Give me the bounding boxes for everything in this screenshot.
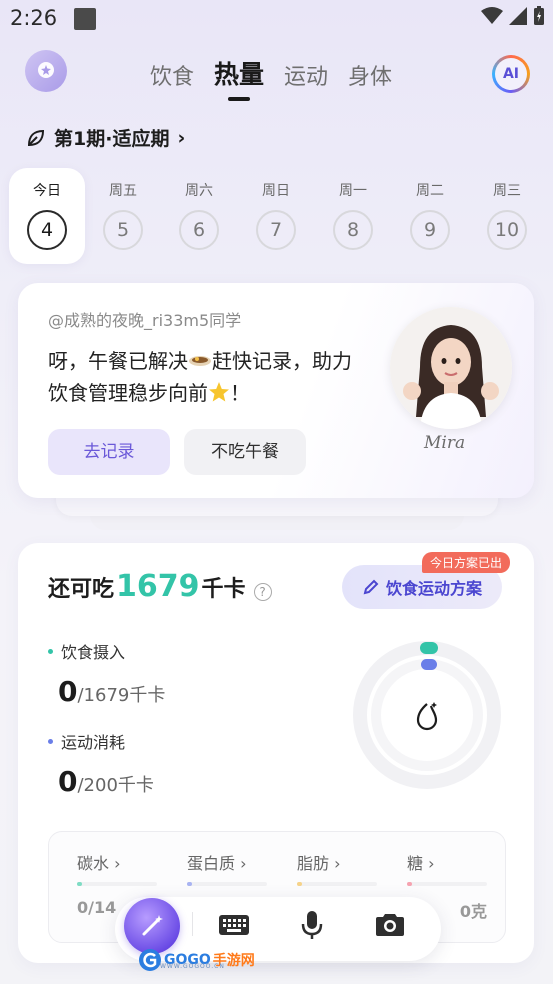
remaining-unit: 千卡 [201, 577, 246, 602]
day-number: 9 [410, 210, 450, 250]
day-number: 10 [487, 210, 527, 250]
flame-icon [416, 702, 438, 731]
meal-bowl-icon [189, 356, 211, 366]
signal-icon [509, 7, 527, 25]
remaining-value: 1679 [116, 569, 200, 604]
day-label: 今日 [33, 183, 61, 199]
greeting-message: 呀，午餐已解决 赶快记录，助力饮食管理稳步向前！ [48, 345, 370, 409]
macro-bar [77, 882, 157, 886]
ai-label: AI [502, 66, 520, 82]
chevron-right-icon: › [334, 854, 341, 873]
day-label: 周六 [185, 183, 213, 199]
battery-icon [534, 6, 544, 25]
chevron-right-icon: › [177, 126, 186, 149]
day-label: 周一 [339, 183, 367, 199]
message-end: ！ [230, 381, 250, 405]
burn-value: 0 [58, 765, 78, 798]
ai-assistant-button[interactable]: AI [492, 55, 530, 93]
day-sun[interactable]: 周日 7 [238, 168, 314, 264]
day-number: 4 [27, 210, 67, 250]
gogo-logo-icon [139, 949, 161, 971]
day-number: 7 [256, 210, 296, 250]
macro-name: 糖 [407, 854, 424, 873]
macro-name: 脂肪 [297, 854, 330, 873]
period-selector[interactable]: 第1期·适应期 › [26, 124, 185, 151]
day-fri[interactable]: 周五 5 [85, 168, 161, 264]
camera-button[interactable] [370, 910, 410, 940]
macro-protein[interactable]: 蛋白质 › [187, 850, 267, 898]
divider [192, 912, 193, 936]
leaf-icon [27, 129, 45, 146]
message-part1: 呀，午餐已解决 [48, 349, 188, 373]
burn-dot [48, 738, 53, 744]
macro-name: 蛋白质 [187, 854, 236, 873]
day-label: 周二 [416, 183, 444, 199]
notification-icon [74, 8, 96, 30]
status-time: 2:26 [10, 6, 58, 30]
record-button[interactable]: 去记录 [48, 429, 170, 475]
chevron-right-icon: › [114, 854, 121, 873]
wifi-icon [481, 7, 503, 24]
intake-label: 饮食摄入 [61, 643, 126, 662]
intake-dot [48, 648, 53, 654]
remaining-prefix: 还可吃 [48, 577, 115, 602]
microphone-icon [301, 911, 323, 939]
chevron-right-icon: › [240, 854, 247, 873]
plan-button-label: 饮食运动方案 [385, 579, 482, 598]
assistant-avatar [390, 307, 512, 429]
star-icon [209, 382, 229, 402]
magic-wand-icon [142, 915, 163, 936]
intake-total: /1679千卡 [77, 685, 166, 706]
intake-metric[interactable]: 饮食摄入 0/1679千卡 [48, 639, 165, 708]
app-logo-button[interactable] [25, 50, 67, 92]
keyboard-button[interactable] [214, 910, 254, 940]
day-today[interactable]: 今日 4 [9, 168, 85, 264]
day-number: 8 [333, 210, 373, 250]
site-watermark: GOGO 手游网 WWW.GOGOO.CN [138, 948, 255, 972]
remaining-calories: 还可吃 1679 千卡 ? [48, 569, 272, 604]
day-number: 5 [103, 210, 143, 250]
signature: Mira [424, 433, 466, 453]
magic-record-button[interactable] [124, 898, 180, 954]
pencil-icon [363, 579, 379, 595]
day-label: 周三 [493, 183, 521, 199]
status-icons [481, 6, 545, 26]
day-wed[interactable]: 周三 10 [469, 168, 545, 264]
macro-name: 碳水 [77, 854, 110, 873]
day-label: 周日 [262, 183, 290, 199]
tab-exercise[interactable]: 运动 [284, 59, 328, 91]
tab-calories[interactable]: 热量 [214, 55, 264, 91]
calorie-ring[interactable] [352, 640, 502, 790]
macro-bar [407, 882, 487, 886]
macro-bar [297, 882, 377, 886]
skip-lunch-button[interactable]: 不吃午餐 [184, 429, 306, 475]
period-label: 第1期·适应期 [54, 128, 170, 150]
day-number: 6 [179, 210, 219, 250]
main-tabs: 饮食 热量 运动 身体 [150, 55, 392, 91]
watermark-url: WWW.GOGOO.CN [160, 963, 225, 970]
camera-icon [376, 914, 404, 936]
day-label: 周五 [109, 183, 137, 199]
lightbulb-head-icon [38, 62, 54, 78]
greeting-user: @成熟的夜晚_ri33m5同学 [48, 311, 242, 330]
plan-ready-badge: 今日方案已出 [422, 552, 511, 573]
burn-total: /200千卡 [77, 775, 154, 796]
help-icon[interactable]: ? [253, 583, 272, 601]
keyboard-icon [219, 915, 249, 935]
macro-bar [187, 882, 267, 886]
day-tue[interactable]: 周二 9 [392, 168, 468, 264]
greeting-card: @成熟的夜晚_ri33m5同学 呀，午餐已解决 赶快记录，助力饮食管理稳步向前！ … [18, 283, 534, 498]
burn-metric[interactable]: 运动消耗 0/200千卡 [48, 729, 154, 798]
tab-body[interactable]: 身体 [348, 59, 392, 91]
burn-label: 运动消耗 [61, 733, 126, 752]
tab-diet[interactable]: 饮食 [150, 59, 194, 91]
voice-button[interactable] [292, 910, 332, 940]
day-sat[interactable]: 周六 6 [161, 168, 237, 264]
macro-fat[interactable]: 脂肪 › [297, 850, 377, 898]
day-mon[interactable]: 周一 8 [315, 168, 391, 264]
intake-value: 0 [58, 675, 78, 708]
chevron-right-icon: › [428, 854, 435, 873]
